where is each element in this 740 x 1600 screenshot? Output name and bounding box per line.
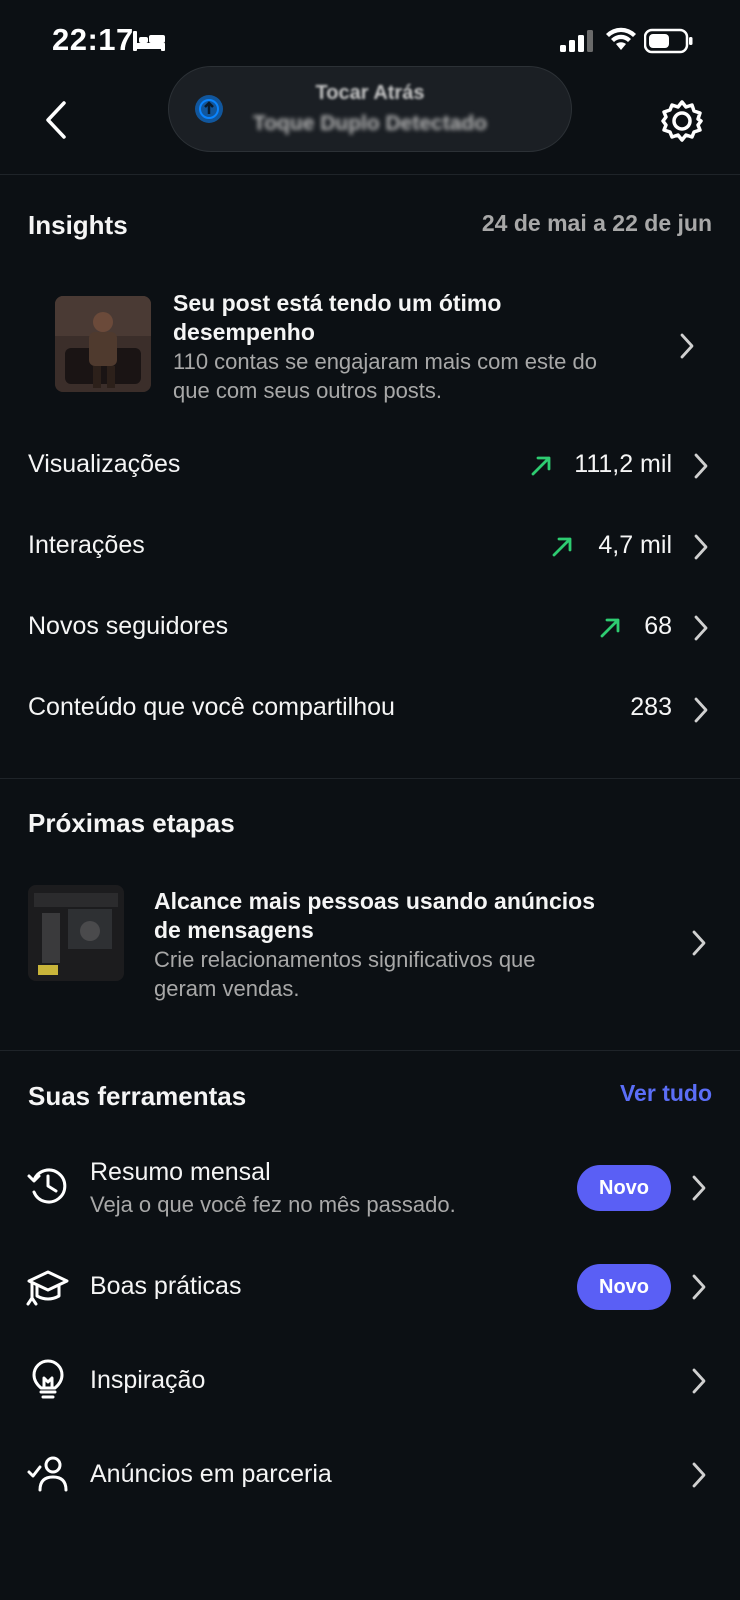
chevron-right-icon [692,1462,706,1488]
post-thumbnail [55,296,151,392]
section-divider [0,778,740,779]
history-icon [27,1168,67,1204]
chevron-right-icon [680,333,694,359]
metric-value: 111,2 mil [574,450,672,478]
tool-label: Inspiração [90,1366,206,1394]
cellular-signal-icon [560,30,593,52]
tool-sublabel: Veja o que você fez no mês passado. [90,1192,456,1217]
battery-icon [644,28,693,54]
chevron-right-icon [694,534,708,560]
new-badge: Novo [577,1165,671,1211]
ad-card-sub-line1: Crie relacionamentos significativos que [154,947,536,972]
partner-check-icon [27,1456,68,1492]
ad-card-sub-line2: geram vendas. [154,976,300,1001]
date-range[interactable]: 24 de mai a 22 de jun [482,210,712,237]
chevron-right-icon [694,615,708,641]
metric-label: Conteúdo que você compartilhou [28,693,395,721]
top-post-sub-line1: 110 contas se engajaram mais com este do [173,349,597,374]
ad-card-title-line1: Alcance mais pessoas usando anúncios [154,888,595,914]
trend-up-arrow-icon [600,618,620,638]
section-divider [0,1050,740,1051]
trend-up-arrow-icon [552,537,572,557]
chevron-right-icon [694,697,708,723]
next-steps-title: Próximas etapas [28,808,235,838]
ad-card-title-line2: de mensagens [154,917,314,943]
notification-subtitle: Toque Duplo Detectado [252,112,488,135]
notification-title: Tocar Atrás [315,82,425,104]
wifi-icon [606,27,636,50]
tool-label: Resumo mensal [90,1158,271,1186]
top-post-sub-line2: que com seus outros posts. [173,378,443,403]
chevron-right-icon [692,1274,706,1300]
ad-thumbnail [28,885,124,981]
status-time: 22:17 [52,22,134,57]
metric-value: 68 [644,612,672,640]
see-all-link[interactable]: Ver tudo [620,1080,712,1107]
chevron-left-icon [46,101,66,139]
trend-up-arrow-icon [531,456,551,476]
tool-label: Anúncios em parceria [90,1460,332,1488]
metric-value: 283 [630,693,672,721]
lightbulb-icon [32,1359,64,1399]
back-tap-icon [195,95,223,123]
back-button[interactable] [36,96,76,144]
settings-gear-icon[interactable] [660,99,704,143]
bed-icon [133,31,165,51]
insights-title: Insights [28,210,128,240]
chevron-right-icon [692,930,706,956]
chevron-right-icon [694,453,708,479]
metric-label: Novos seguidores [28,612,229,640]
graduation-cap-icon [26,1270,69,1306]
notification-pill[interactable] [168,66,572,152]
chevron-right-icon [692,1368,706,1394]
top-post-title-line2: desempenho [173,319,315,345]
header-divider [0,174,740,175]
metric-value: 4,7 mil [598,531,672,559]
metric-label: Interações [28,531,145,559]
tools-title: Suas ferramentas [28,1081,247,1111]
new-badge: Novo [577,1264,671,1310]
metric-label: Visualizações [28,450,181,478]
tool-label: Boas práticas [90,1272,242,1300]
top-post-title-line1: Seu post está tendo um ótimo [173,290,502,316]
chevron-right-icon [692,1175,706,1201]
